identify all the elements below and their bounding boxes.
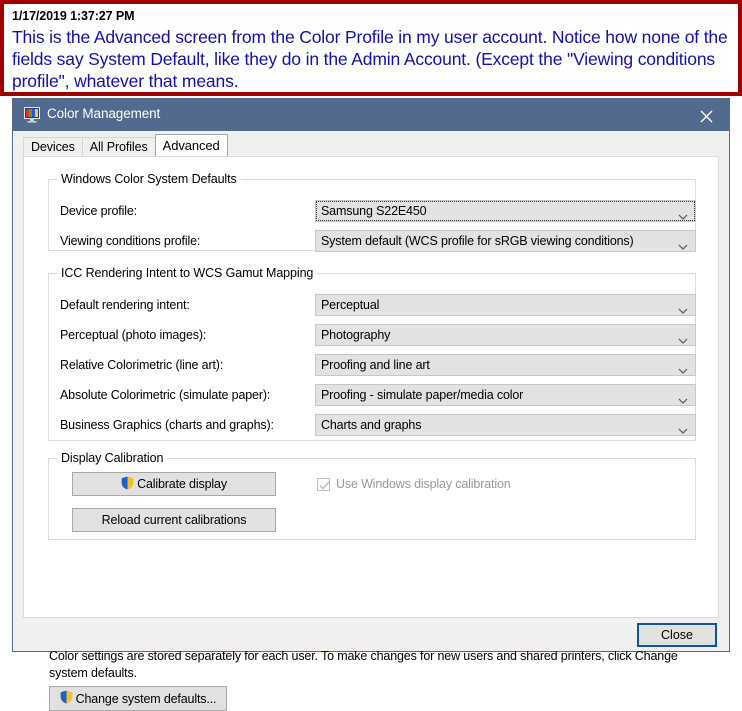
reload-calibrations-button[interactable]: Reload current calibrations xyxy=(72,508,276,532)
annotation-note: This is the Advanced screen from the Col… xyxy=(12,27,728,91)
combo-default-rendering-intent-value: Perceptual xyxy=(321,298,380,312)
tab-all-profiles[interactable]: All Profiles xyxy=(81,137,156,156)
change-system-defaults-button[interactable]: Change system defaults... xyxy=(49,686,227,711)
shield-icon xyxy=(60,690,73,707)
combo-business-graphics-value: Charts and graphs xyxy=(321,418,422,432)
combo-absolute-colorimetric[interactable]: Proofing - simulate paper/media color xyxy=(315,384,696,406)
dialog-bottom-bar: Close xyxy=(13,617,729,651)
close-icon[interactable] xyxy=(684,99,729,131)
footer-note-text: Color settings are stored separately for… xyxy=(49,649,678,680)
combo-viewing-conditions-profile[interactable]: System default (WCS profile for sRGB vie… xyxy=(315,230,696,252)
color-management-dialog: Color Management Devices All Profiles Ad… xyxy=(12,98,730,711)
group-legend-wcs-defaults: Windows Color System Defaults xyxy=(57,172,241,186)
reload-calibrations-label: Reload current calibrations xyxy=(101,513,247,527)
group-legend-display-calibration: Display Calibration xyxy=(57,451,168,465)
tabstrip: Devices All Profiles Advanced xyxy=(23,134,228,156)
window-title: Color Management xyxy=(47,106,161,121)
label-perceptual: Perceptual (photo images): xyxy=(60,328,207,342)
combo-viewing-conditions-value: System default (WCS profile for sRGB vie… xyxy=(321,234,634,248)
label-business-graphics: Business Graphics (charts and graphs): xyxy=(60,418,274,432)
combo-device-profile-value: Samsung S22E450 xyxy=(321,204,427,218)
annotation-timestamp: 1/17/2019 1:37:27 PM xyxy=(12,9,135,23)
chevron-down-icon xyxy=(678,238,688,256)
combo-business-graphics[interactable]: Charts and graphs xyxy=(315,414,696,436)
checkbox-label: Use Windows display calibration xyxy=(336,477,511,491)
label-viewing-conditions-profile: Viewing conditions profile: xyxy=(60,234,201,248)
chevron-down-icon xyxy=(678,332,688,350)
combo-perceptual-value: Photography xyxy=(321,328,391,342)
color-management-monitor-icon xyxy=(24,107,40,123)
group-legend-icc-mapping: ICC Rendering Intent to WCS Gamut Mappin… xyxy=(57,266,318,280)
combo-relative-colorimetric-value: Proofing and line art xyxy=(321,358,430,372)
checkbox-box xyxy=(317,477,330,491)
tab-devices[interactable]: Devices xyxy=(23,137,83,156)
calibrate-display-label: Calibrate display xyxy=(137,477,227,491)
change-system-defaults-label: Change system defaults... xyxy=(75,691,217,706)
combo-perceptual[interactable]: Photography xyxy=(315,324,696,346)
chevron-down-icon xyxy=(678,208,688,226)
calibrate-display-button[interactable]: Calibrate display xyxy=(72,472,276,496)
close-button[interactable]: Close xyxy=(637,623,717,647)
use-windows-display-calibration-checkbox[interactable]: Use Windows display calibration xyxy=(317,477,511,491)
label-device-profile: Device profile: xyxy=(60,204,137,218)
combo-device-profile[interactable]: Samsung S22E450 xyxy=(315,200,696,222)
label-absolute-colorimetric: Absolute Colorimetric (simulate paper): xyxy=(60,388,271,402)
chevron-down-icon xyxy=(678,392,688,410)
annotation-banner: 1/17/2019 1:37:27 PM This is the Advance… xyxy=(0,0,742,96)
combo-absolute-colorimetric-value: Proofing - simulate paper/media color xyxy=(321,388,524,402)
combo-relative-colorimetric[interactable]: Proofing and line art xyxy=(315,354,696,376)
window-titlebar: Color Management xyxy=(13,99,729,131)
advanced-tab-panel: Windows Color System Defaults Device pro… xyxy=(23,156,719,618)
tab-advanced[interactable]: Advanced xyxy=(154,134,228,156)
label-default-rendering-intent: Default rendering intent: xyxy=(60,298,190,312)
chevron-down-icon xyxy=(678,422,688,440)
combo-default-rendering-intent[interactable]: Perceptual xyxy=(315,294,696,316)
close-button-label: Close xyxy=(661,628,693,642)
label-relative-colorimetric: Relative Colorimetric (line art): xyxy=(60,358,224,372)
chevron-down-icon xyxy=(678,302,688,320)
chevron-down-icon xyxy=(678,362,688,380)
shield-icon xyxy=(121,476,134,493)
